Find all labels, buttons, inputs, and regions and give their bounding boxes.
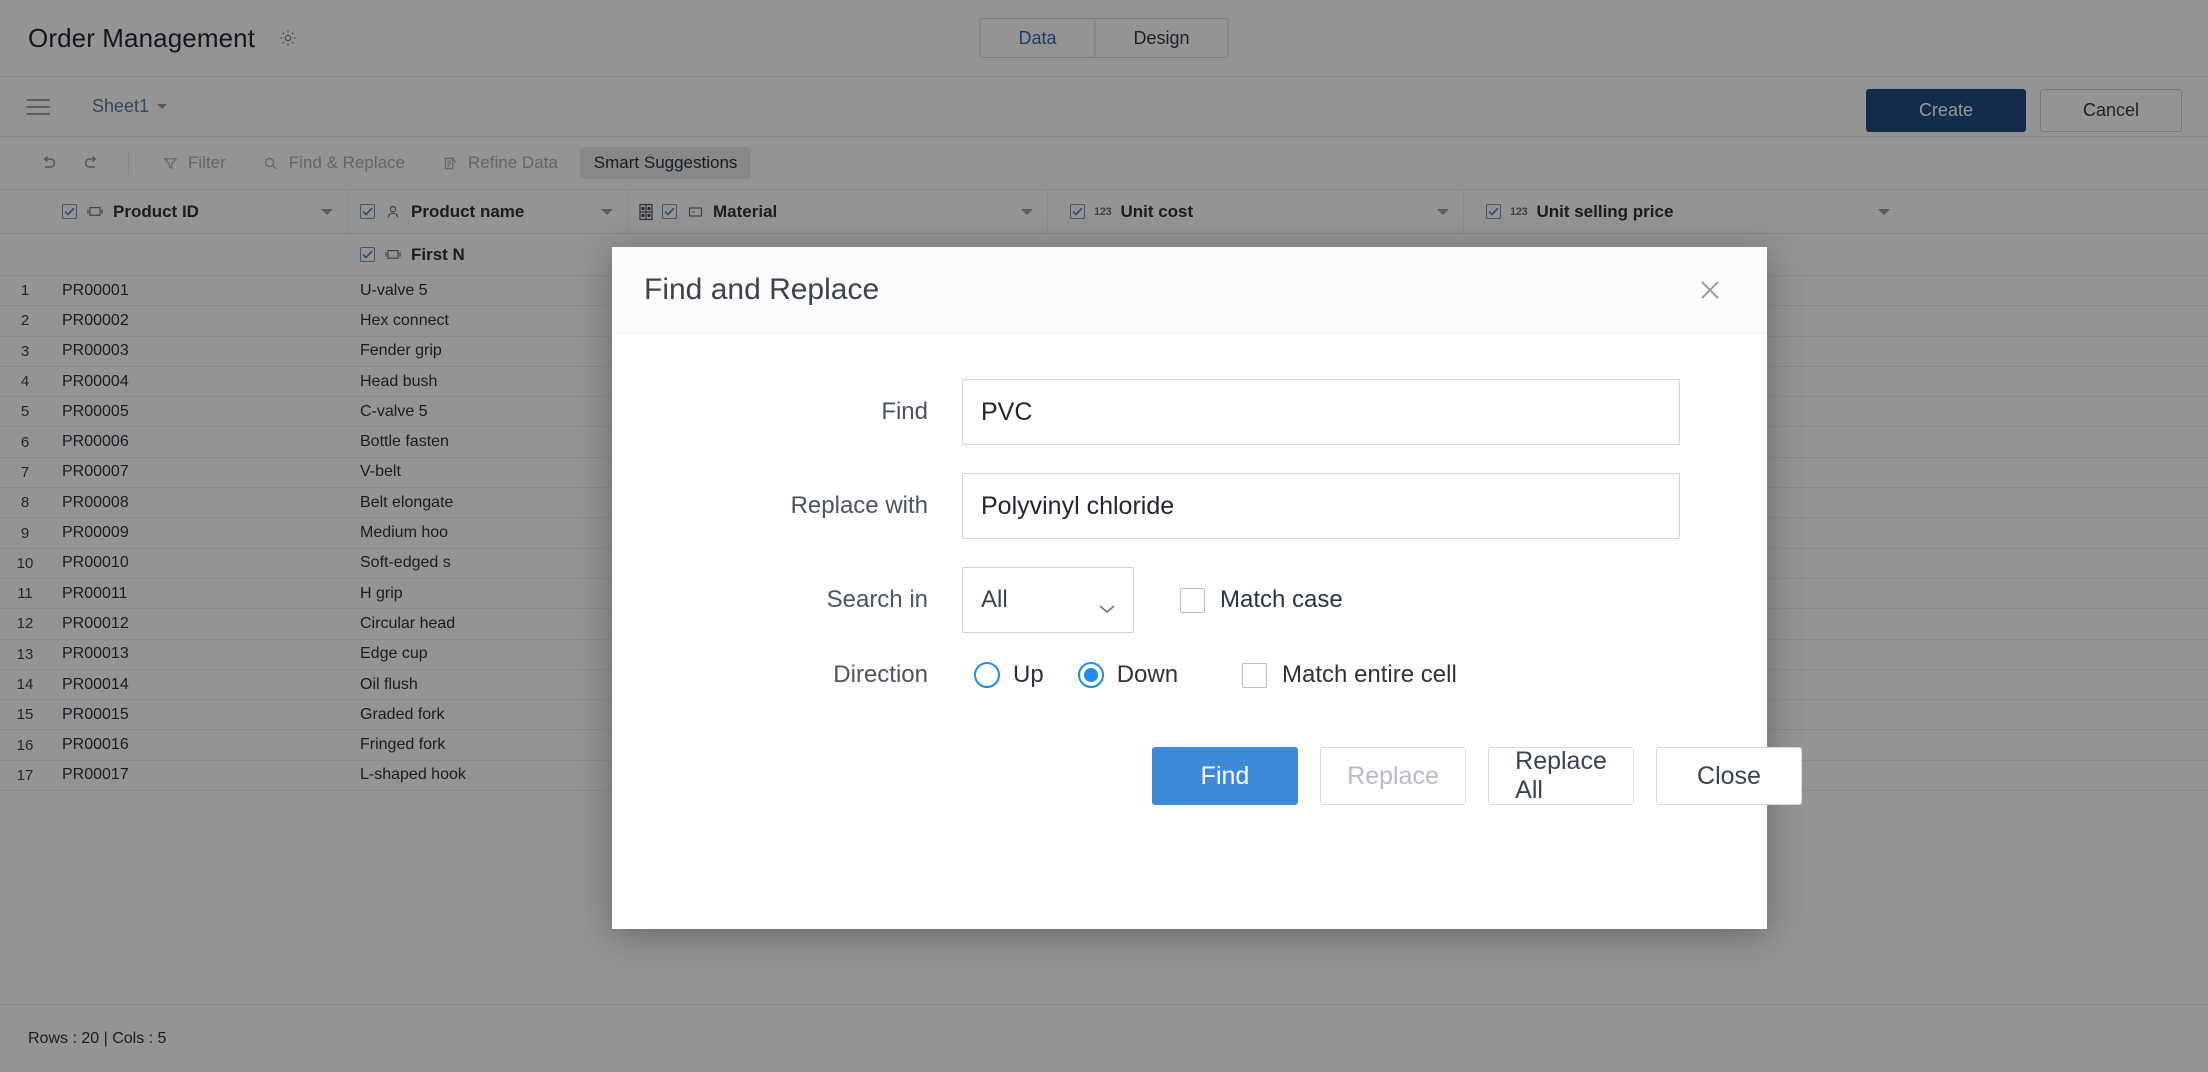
dialog-body: Find PVC Replace with Polyvinyl chloride… <box>612 333 1767 805</box>
find-and-replace-dialog: Find and Replace Find PVC Replace with P… <box>612 247 1767 929</box>
find-button[interactable]: Find <box>1152 747 1298 805</box>
checkbox-box <box>1180 588 1205 613</box>
chevron-down-icon <box>1097 594 1117 606</box>
radio-circle <box>974 662 1000 688</box>
dialog-actions: Find Replace Replace All Close <box>612 717 1767 805</box>
direction-up-label: Up <box>1013 661 1044 689</box>
replace-input-value: Polyvinyl chloride <box>981 492 1174 521</box>
replace-button[interactable]: Replace <box>1320 747 1466 805</box>
direction-down-radio[interactable]: Down <box>1078 661 1178 689</box>
replace-label: Replace with <box>612 492 962 520</box>
match-case-label: Match case <box>1220 586 1343 614</box>
match-entire-cell-label: Match entire cell <box>1282 661 1457 689</box>
close-icon[interactable] <box>1693 273 1727 307</box>
direction-down-label: Down <box>1117 661 1178 689</box>
direction-label: Direction <box>612 661 962 689</box>
search-in-label: Search in <box>612 586 962 614</box>
direction-up-radio[interactable]: Up <box>974 661 1044 689</box>
replace-input[interactable]: Polyvinyl chloride <box>962 473 1680 539</box>
match-entire-cell-checkbox[interactable]: Match entire cell <box>1242 661 1457 689</box>
application-window: Order Management Data Design Sheet1 <box>0 0 2208 1072</box>
dialog-title: Find and Replace <box>644 273 879 307</box>
dialog-header: Find and Replace <box>612 247 1767 333</box>
match-case-checkbox[interactable]: Match case <box>1180 586 1343 614</box>
replace-row: Replace with Polyvinyl chloride <box>612 473 1767 539</box>
search-in-select[interactable]: All <box>962 567 1134 633</box>
close-button[interactable]: Close <box>1656 747 1802 805</box>
find-row: Find PVC <box>612 379 1767 445</box>
checkbox-box <box>1242 663 1267 688</box>
find-label: Find <box>612 398 962 426</box>
search-in-row: Search in All Match case <box>612 567 1767 633</box>
direction-row: Direction Up Down Match entire cell <box>612 661 1767 689</box>
find-input-value: PVC <box>981 398 1032 427</box>
replace-all-button[interactable]: Replace All <box>1488 747 1634 805</box>
radio-circle-selected <box>1078 662 1104 688</box>
search-in-value: All <box>981 586 1008 614</box>
find-input[interactable]: PVC <box>962 379 1680 445</box>
